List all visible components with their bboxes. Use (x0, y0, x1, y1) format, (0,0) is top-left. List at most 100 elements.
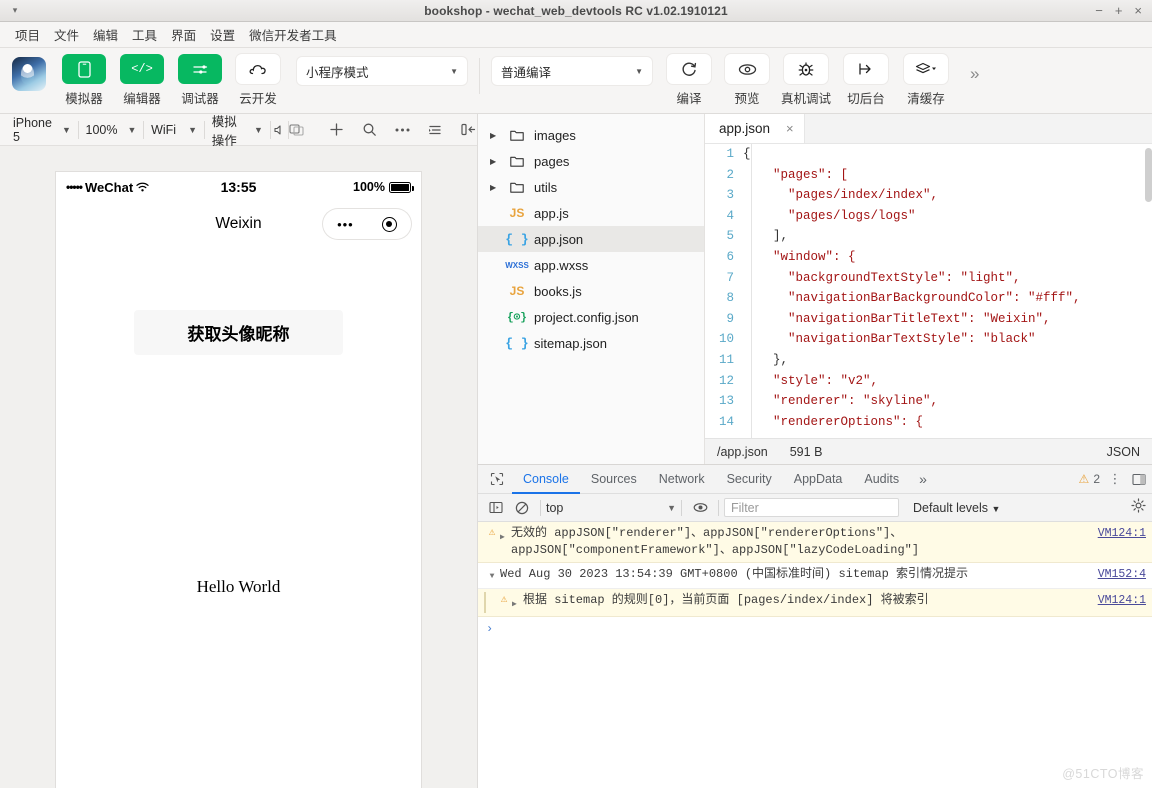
zoom-select[interactable]: 100% ▼ (79, 118, 144, 142)
file-explorer: ▶ images ▶ pages ▶ utils JS app.js {} a… (478, 114, 705, 464)
console-message-warning[interactable]: ⚠ ▶ 无效的 appJSON["renderer"]、appJSON["ren… (478, 522, 1152, 563)
console-context-select[interactable]: top ▼ (546, 501, 676, 515)
file-row-app-js[interactable]: ▶ JS app.js (478, 200, 704, 226)
code-line: 7 "backgroundTextStyle": "light", (705, 268, 1152, 289)
line-number: 14 (718, 414, 734, 429)
console-context-value: top (546, 500, 564, 515)
close-icon[interactable]: × (786, 121, 794, 136)
clear-cache-button[interactable]: 清缓存 (896, 54, 956, 107)
capsule-close-icon[interactable] (381, 216, 397, 232)
devtools-more-tabs-button[interactable]: » (910, 471, 936, 487)
tab-appdata[interactable]: AppData (783, 465, 854, 494)
console-message-source[interactable]: VM124:1 (1088, 525, 1146, 542)
menu-file[interactable]: 文件 (47, 22, 86, 47)
chevron-down-icon: ▼ (667, 502, 676, 513)
network-select[interactable]: WiFi ▼ (144, 118, 204, 142)
rotate-screen-icon[interactable] (288, 123, 305, 136)
chevron-right-icon[interactable]: ▶ (490, 157, 500, 166)
capsule-menu[interactable]: ••• (323, 209, 411, 239)
file-row-sitemap-json[interactable]: ▶ { } sitemap.json (478, 330, 704, 356)
code-line: 12 "style": "v2", (705, 371, 1152, 392)
file-row-app-wxss[interactable]: ▶ WXSS app.wxss (478, 252, 704, 278)
tab-console[interactable]: Console (512, 465, 580, 494)
filter-divider-2 (681, 499, 682, 516)
main-toolbar: 模拟器 </> 编辑器 调试器 云开发 小程序模式 ▼ 普通编译 ▼ 编译 预览… (0, 48, 1152, 114)
toolbar-overflow-button[interactable]: » (970, 64, 979, 84)
expand-arrow-icon[interactable]: ▶ (500, 525, 511, 559)
inspect-element-icon[interactable] (482, 472, 512, 486)
simulator-toggle-button[interactable]: 模拟器 (55, 54, 113, 107)
menu-edit[interactable]: 编辑 (86, 22, 125, 47)
collapse-arrow-icon[interactable]: ▼ (484, 566, 500, 585)
device-select[interactable]: iPhone 5 ▼ (6, 115, 78, 144)
add-icon[interactable] (328, 122, 345, 137)
phone-frame: ••••• WeChat 13:55 100% Weixin ••• 获取头像昵… (56, 172, 421, 788)
volume-icon[interactable] (271, 124, 288, 136)
user-avatar[interactable] (12, 57, 46, 91)
maximize-button[interactable]: + (1115, 4, 1123, 17)
get-avatar-nickname-button[interactable]: 获取头像昵称 (134, 310, 343, 355)
tab-app-json[interactable]: app.json × (705, 114, 805, 143)
tab-network[interactable]: Network (648, 465, 716, 494)
file-row-pages[interactable]: ▶ pages (478, 148, 704, 174)
console-message-text: 根据 sitemap 的规则[0]，当前页面 [pages/index/inde… (523, 593, 929, 607)
chevron-right-icon[interactable]: ▶ (490, 183, 500, 192)
file-row-app-json[interactable]: ▶ { } app.json (478, 226, 704, 252)
menu-wechat-devtools[interactable]: 微信开发者工具 (242, 22, 344, 47)
real-device-debug-button[interactable]: 真机调试 (776, 54, 836, 107)
compile-mode-select[interactable]: 小程序模式 ▼ (297, 57, 467, 85)
background-switch-button[interactable]: 切后台 (836, 54, 896, 107)
devtools-settings-kebab-icon[interactable]: ⋮ (1104, 471, 1126, 487)
console-message-source[interactable]: VM152:4 (1088, 566, 1146, 583)
preview-button[interactable]: 预览 (718, 54, 776, 107)
cloud-dev-button[interactable]: 云开发 (229, 54, 287, 107)
chevron-right-icon[interactable]: ▶ (490, 131, 500, 140)
gear-icon[interactable] (1131, 497, 1152, 518)
console-levels-value: Default levels (913, 500, 989, 515)
debugger-toggle-button[interactable]: 调试器 (171, 54, 229, 107)
file-row-utils[interactable]: ▶ utils (478, 174, 704, 200)
mock-action-select[interactable]: 模拟操作 ▼ (205, 115, 270, 148)
menu-settings[interactable]: 设置 (203, 22, 242, 47)
console-message-text: 无效的 appJSON["renderer"]、appJSON["rendere… (511, 526, 920, 557)
expand-arrow-icon[interactable]: ▶ (512, 592, 523, 613)
console-message-warning-sub[interactable]: ⚠ ▶ 根据 sitemap 的规则[0]，当前页面 [pages/index/… (478, 589, 1152, 617)
compile-button[interactable]: 编译 (660, 54, 718, 107)
tab-sources[interactable]: Sources (580, 465, 648, 494)
js-file-icon: JS (509, 284, 525, 298)
search-icon[interactable] (361, 122, 378, 137)
status-language[interactable]: JSON (1107, 445, 1140, 459)
network-select-value: WiFi (151, 122, 177, 137)
code-line: 10 "navigationBarTextStyle": "black" (705, 329, 1152, 350)
console-filter-input[interactable]: Filter (724, 498, 899, 517)
tab-security[interactable]: Security (716, 465, 783, 494)
device-select-value: iPhone 5 (13, 115, 52, 144)
console-levels-select[interactable]: Default levels ▼ (913, 501, 1000, 515)
outline-icon[interactable] (427, 124, 444, 136)
menu-project[interactable]: 项目 (8, 22, 47, 47)
more-icon[interactable] (394, 127, 411, 133)
minimize-button[interactable]: − (1095, 4, 1103, 17)
clear-console-icon[interactable] (509, 501, 535, 515)
console-prompt[interactable]: › (478, 617, 1152, 641)
tab-audits[interactable]: Audits (853, 465, 910, 494)
collapse-panel-icon[interactable] (460, 123, 477, 136)
warning-count-badge[interactable]: ⚠ 2 (1079, 472, 1104, 486)
menu-view[interactable]: 界面 (164, 22, 203, 47)
console-message-source[interactable]: VM124:1 (1088, 592, 1146, 609)
capsule-more-icon[interactable]: ••• (337, 217, 354, 232)
editor-scrollbar[interactable] (1145, 148, 1152, 202)
file-row-images[interactable]: ▶ images (478, 122, 704, 148)
file-row-books-js[interactable]: ▶ JS books.js (478, 278, 704, 304)
console-message-info[interactable]: ▼ Wed Aug 30 2023 13:54:39 GMT+0800 (中国标… (478, 563, 1152, 589)
live-expression-eye-icon[interactable] (687, 502, 713, 513)
console-output[interactable]: ⚠ ▶ 无效的 appJSON["renderer"]、appJSON["ren… (478, 522, 1152, 788)
close-button[interactable]: × (1134, 4, 1142, 17)
dock-side-icon[interactable] (1126, 473, 1152, 486)
code-area[interactable]: 1{ 2 "pages": [ 3 "pages/index/index", 4… (705, 144, 1152, 438)
menu-tools[interactable]: 工具 (125, 22, 164, 47)
compile-type-select[interactable]: 普通编译 ▼ (492, 57, 652, 85)
console-sidebar-toggle-icon[interactable] (483, 501, 509, 514)
file-row-project-config-json[interactable]: ▶ {⊙} project.config.json (478, 304, 704, 330)
editor-toggle-button[interactable]: </> 编辑器 (113, 54, 171, 107)
